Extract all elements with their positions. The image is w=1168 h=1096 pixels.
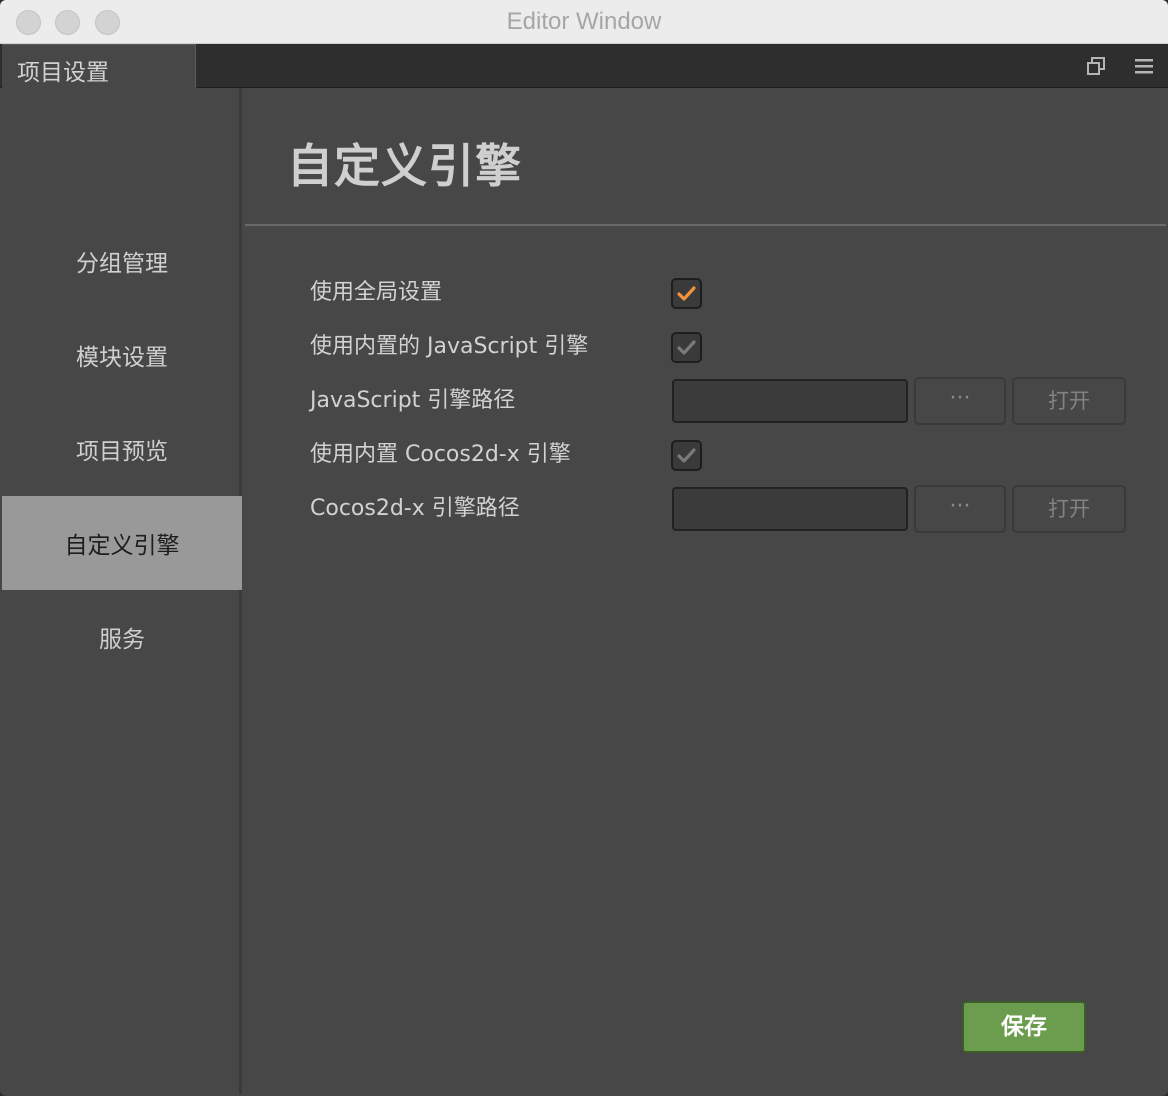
- js-engine-path-input[interactable]: [672, 379, 908, 423]
- settings-sidebar: 分组管理 模块设置 项目预览 自定义引擎 服务: [2, 88, 242, 1094]
- sidebar-item-module-settings[interactable]: 模块设置: [2, 308, 242, 402]
- use-global-settings-label: 使用全局设置: [310, 280, 443, 305]
- use-builtin-js-engine-label: 使用内置的 JavaScript 引擎: [310, 334, 589, 359]
- cocos2dx-engine-path-input[interactable]: [672, 487, 908, 531]
- editor-window: Editor Window 项目设置 分组管理 模块设置 项目预览 自定义引擎 …: [0, 0, 1168, 1096]
- js-engine-open-button[interactable]: 打开: [1012, 377, 1126, 425]
- use-builtin-cocos2dx-engine-label: 使用内置 Cocos2d-x 引擎: [310, 442, 571, 467]
- js-engine-path-label: JavaScript 引擎路径: [310, 388, 516, 413]
- window-title: Editor Window: [506, 8, 662, 35]
- save-button[interactable]: 保存: [962, 1001, 1086, 1053]
- use-global-settings-checkbox[interactable]: [671, 278, 702, 309]
- hamburger-menu-icon[interactable]: [1134, 56, 1154, 76]
- sidebar-item-project-preview[interactable]: 项目预览: [2, 402, 242, 496]
- cocos2dx-engine-open-button[interactable]: 打开: [1012, 485, 1126, 533]
- js-engine-browse-button[interactable]: ···: [914, 377, 1006, 425]
- page-title: 自定义引擎: [287, 139, 522, 193]
- sidebar-item-group-management[interactable]: 分组管理: [2, 214, 242, 308]
- cocos2dx-engine-browse-button[interactable]: ···: [914, 485, 1006, 533]
- sidebar-item-services[interactable]: 服务: [2, 590, 242, 684]
- checkmark-icon: [677, 340, 696, 355]
- use-builtin-cocos2dx-engine-checkbox[interactable]: [671, 440, 702, 471]
- cocos2dx-engine-path-label: Cocos2d-x 引擎路径: [310, 496, 520, 521]
- checkmark-icon: [677, 448, 696, 463]
- sidebar-item-custom-engine[interactable]: 自定义引擎: [2, 496, 242, 590]
- use-builtin-js-engine-checkbox[interactable]: [671, 332, 702, 363]
- title-divider: [245, 224, 1166, 226]
- main-panel: 自定义引擎 使用全局设置 使用内置的 JavaScript 引擎 JavaScr…: [245, 88, 1166, 1094]
- checkmark-icon: [677, 286, 696, 301]
- tab-label: 项目设置: [17, 60, 109, 86]
- title-bar: Editor Window: [0, 0, 1168, 44]
- panel-tab-strip: 项目设置: [0, 44, 1168, 88]
- tab-project-settings[interactable]: 项目设置: [2, 44, 196, 88]
- popout-icon[interactable]: [1086, 56, 1106, 76]
